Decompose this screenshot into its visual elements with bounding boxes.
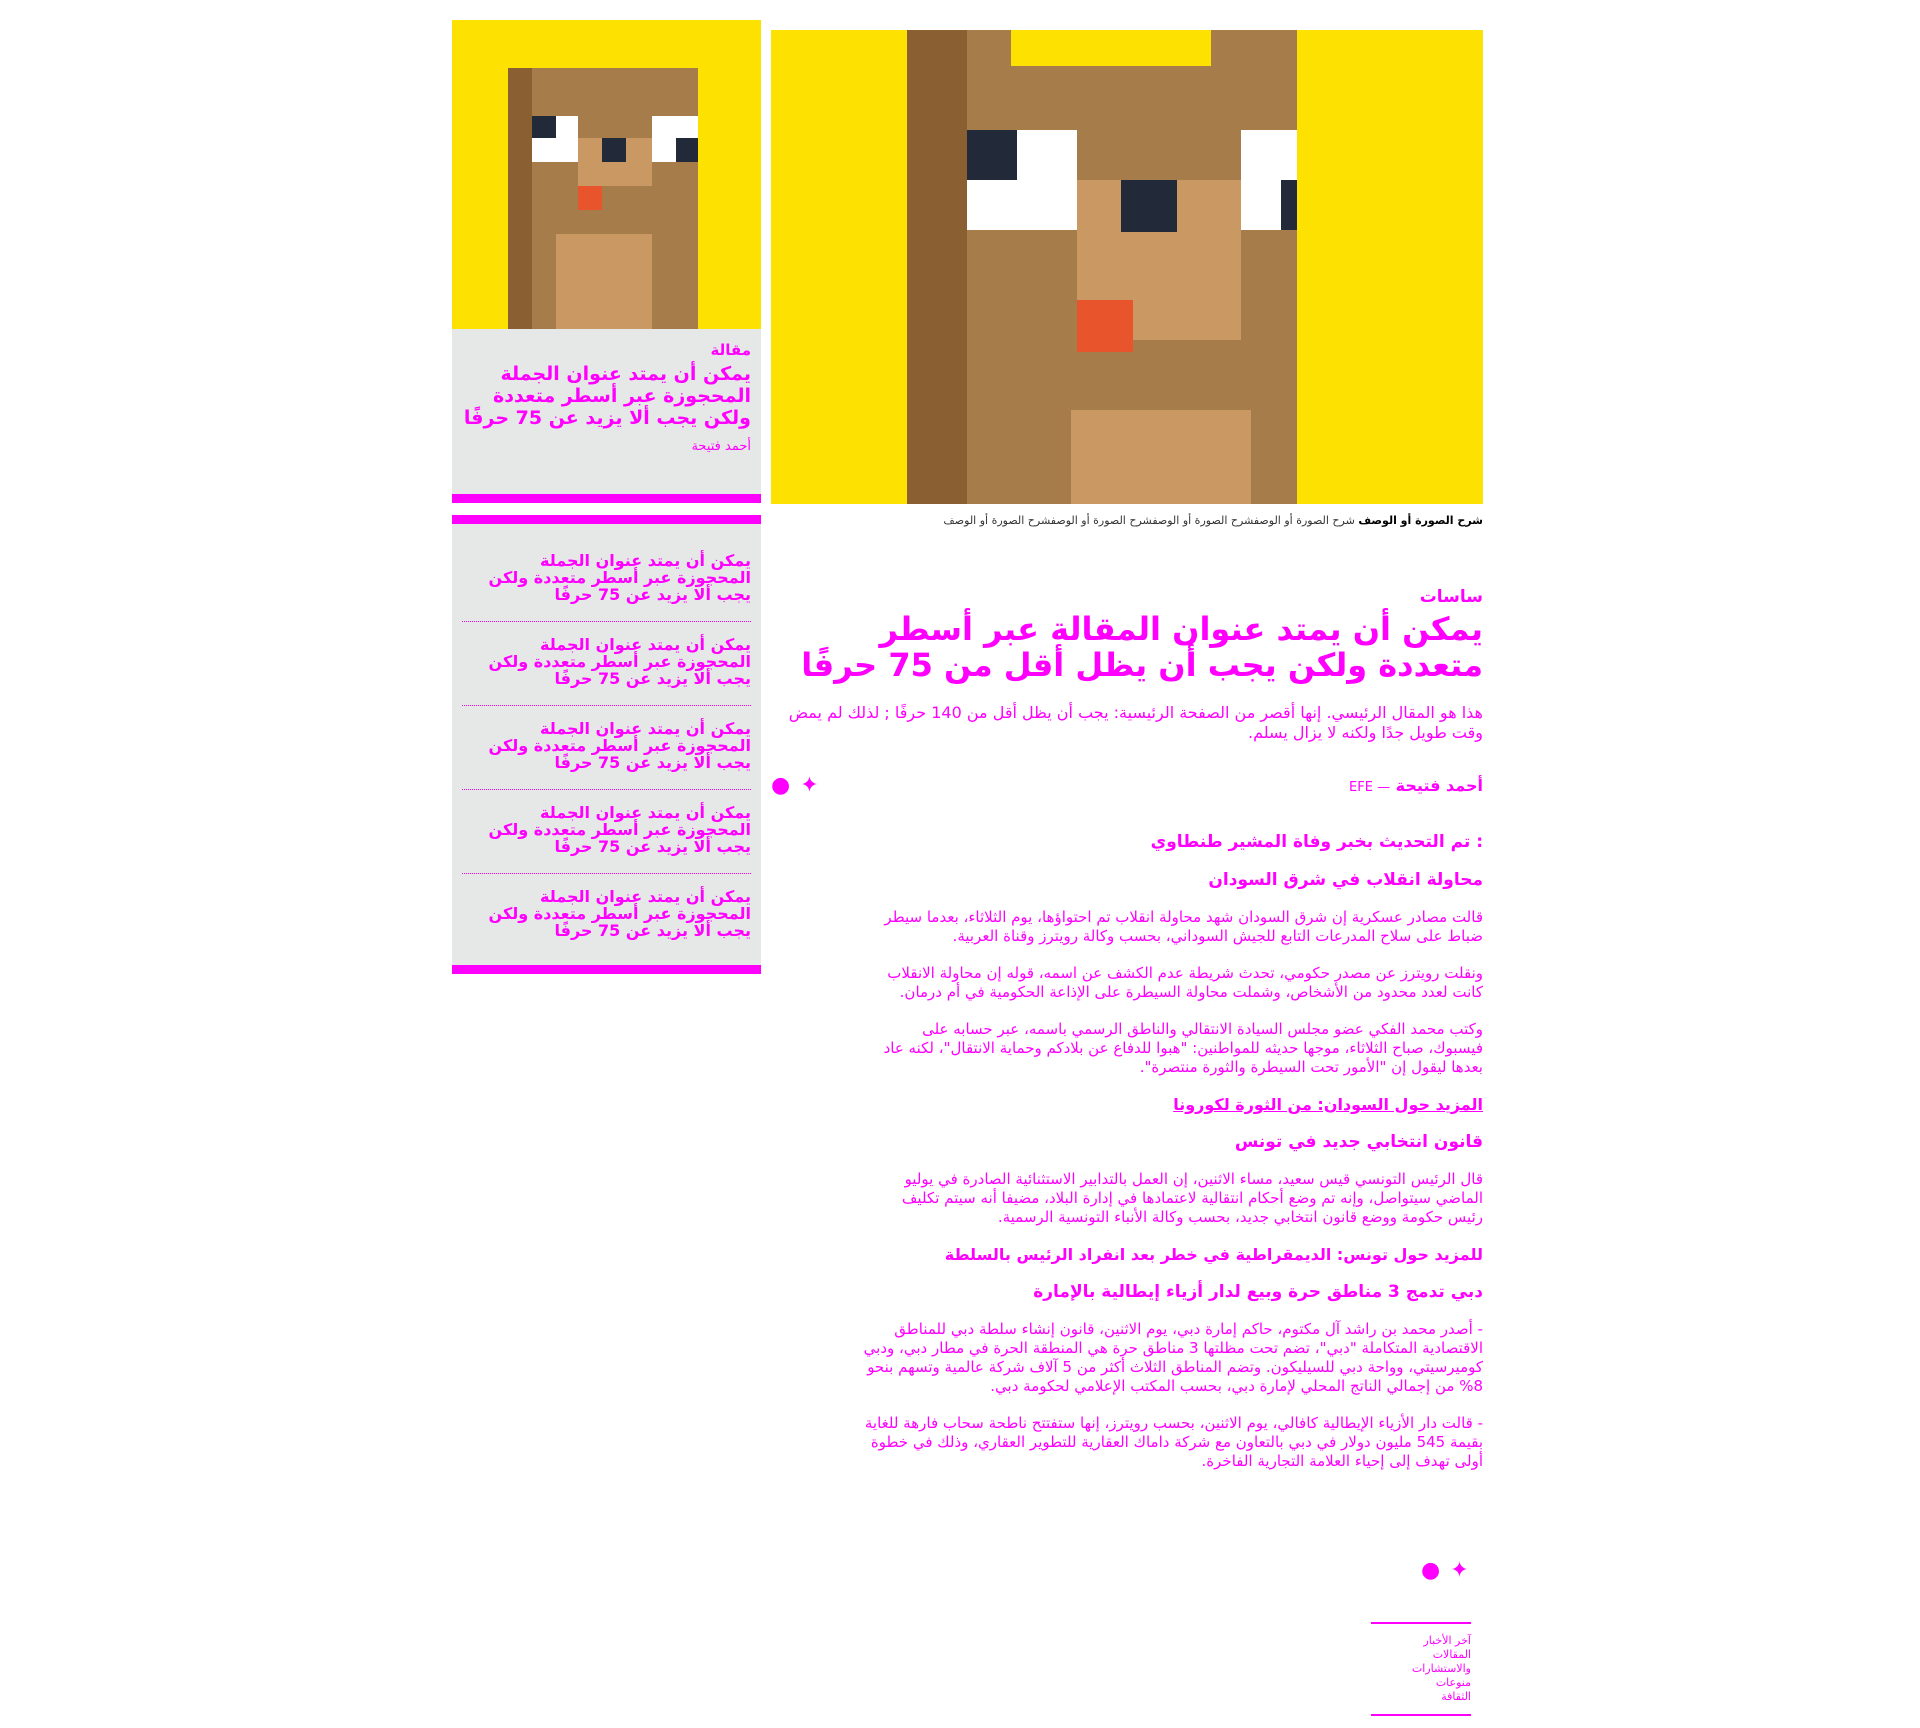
card-kicker: مقالة [710, 341, 751, 359]
paragraph: قالت مصادر عسكرية إن شرق السودان شهد محا… [884, 908, 1483, 945]
section-dubai: دبي تدمج 3 مناطق حرة وبيع لدار أزياء إيط… [863, 1282, 1483, 1471]
section-tunisia: قانون انتخابي جديد في تونس قال الرئيس ال… [863, 1132, 1483, 1264]
section-heading: محاولة انقلاب في شرق السودان [1208, 870, 1483, 890]
list-bottom-bar [452, 965, 761, 974]
paragraph: - أصدر محمد بن راشد آل مكتوم، حاكم إمارة… [863, 1320, 1483, 1395]
sidebar-headline[interactable]: يمكن أن يمتد عنوان الجملة المحجوزة عبر أ… [462, 622, 751, 706]
caption-text: شرح الصورة أو الوصفشرح الصورة أو الوصفشر… [943, 514, 1355, 527]
sidebar-headline[interactable]: يمكن أن يمتد عنوان الجملة المحجوزة عبر أ… [462, 874, 751, 957]
article-title: يمكن أن يمتد عنوان المقالة عبر أسطر متعد… [801, 610, 1483, 684]
more-link[interactable]: للمزيد حول تونس: الديمقراطية في خطر بعد … [863, 1245, 1483, 1264]
image-caption: شرح الصورة أو الوصف شرح الصورة أو الوصفش… [771, 514, 1483, 527]
sidebar-headline[interactable]: يمكن أن يمتد عنوان الجملة المحجوزة عبر أ… [462, 538, 751, 622]
section-heading: قانون انتخابي جديد في تونس [1234, 1132, 1483, 1152]
footer-nav-item[interactable]: منوعات [1371, 1676, 1471, 1690]
footer-nav-item[interactable]: الثقافة [1371, 1690, 1471, 1704]
featured-card-body[interactable]: مقالة يمكن أن يمتد عنوان الجملة المحجوزة… [452, 329, 761, 494]
sidebar-headline[interactable]: يمكن أن يمتد عنوان الجملة المحجوزة عبر أ… [462, 790, 751, 874]
article-kicker: ساسات [1419, 587, 1483, 607]
article-lead: هذا هو المقال الرئيسي. إنها أقصر من الصف… [788, 703, 1483, 742]
sidebar: مقالة يمكن أن يمتد عنوان الجملة المحجوزة… [452, 20, 761, 974]
section-sudan: محاولة انقلاب في شرق السودان قالت مصادر … [863, 870, 1483, 1114]
featured-card-image[interactable] [452, 20, 761, 329]
card-accent-bar [452, 494, 761, 503]
twitter-icon[interactable]: ✦ [800, 773, 818, 798]
whatsapp-icon[interactable]: ● [771, 773, 790, 798]
card-title[interactable]: يمكن أن يمتد عنوان الجملة المحجوزة عبر أ… [462, 363, 751, 429]
whatsapp-icon[interactable]: ● [1421, 1558, 1440, 1583]
paragraph: قال الرئيس التونسي قيس سعيد، مساء الاثني… [901, 1170, 1483, 1226]
sidebar-headline[interactable]: يمكن أن يمتد عنوان الجملة المحجوزة عبر أ… [462, 706, 751, 790]
footer-nav: آخر الأخبار المقالات والاستشارات منوعات … [1371, 1622, 1471, 1716]
paragraph: - قالت دار الأزياء الإيطالية كافالي، يوم… [864, 1414, 1483, 1470]
social-share: ● ✦ [771, 773, 819, 798]
main-article: شرح الصورة أو الوصف شرح الصورة أو الوصفش… [771, 30, 1483, 1471]
author-name[interactable]: أحمد فتيحة [1396, 776, 1483, 795]
byline-author: أحمد فتيحة — EFE [1349, 776, 1483, 795]
agency-label: — EFE [1349, 780, 1391, 795]
update-notice: : تم التحديث بخبر وفاة المشير طنطاوي [1150, 832, 1483, 852]
list-top-bar [452, 515, 761, 524]
sidebar-headline-list: يمكن أن يمتد عنوان الجملة المحجوزة عبر أ… [452, 524, 761, 965]
byline: أحمد فتيحة — EFE ● ✦ [771, 773, 1483, 798]
card-author: أحمد فتيحة [691, 439, 751, 454]
pixel-bear-hero-illustration [771, 30, 1483, 504]
footer-social-share: ● ✦ [1421, 1558, 1910, 1583]
section-heading: دبي تدمج 3 مناطق حرة وبيع لدار أزياء إيط… [1033, 1282, 1483, 1302]
hero-image [771, 30, 1483, 504]
twitter-icon[interactable]: ✦ [1450, 1558, 1468, 1583]
more-link[interactable]: المزيد حول السودان: من الثورة لكورونا [863, 1095, 1483, 1114]
footer-nav-item[interactable]: آخر الأخبار [1371, 1634, 1471, 1648]
footer-nav-item[interactable]: المقالات والاستشارات [1371, 1648, 1471, 1676]
paragraph: وكتب محمد الفكي عضو مجلس السيادة الانتقا… [883, 1020, 1483, 1076]
paragraph: ونقلت رويترز عن مصدر حكومي، تحدث شريطة ع… [887, 964, 1483, 1001]
caption-bold: شرح الصورة أو الوصف [1358, 514, 1483, 527]
pixel-bear-illustration [452, 20, 761, 329]
